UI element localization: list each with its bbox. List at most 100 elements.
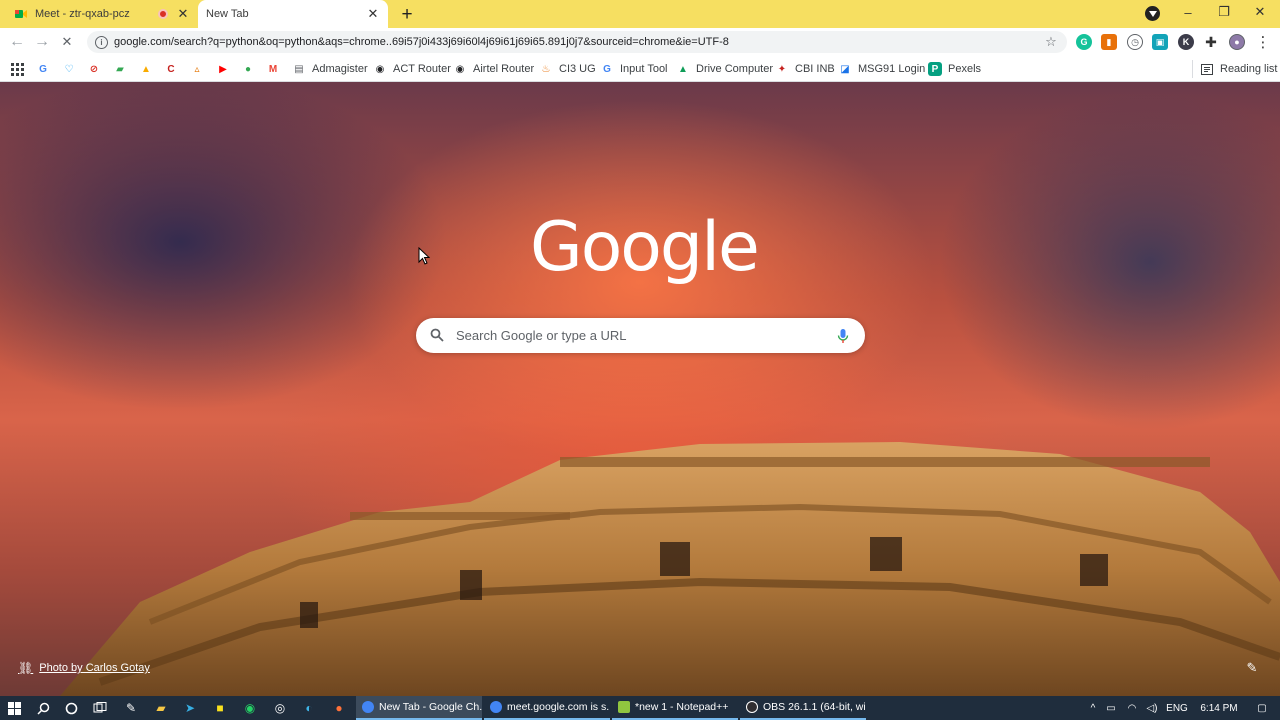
c-red-icon: C — [167, 63, 175, 75]
search-icon — [430, 328, 446, 344]
new-tab-button[interactable]: + — [398, 5, 416, 24]
new-tab-page: Google ⛓ Photo by Carlos Gotay ✎ — [0, 82, 1280, 696]
bookmark-drive-computer[interactable]: ▲ Drive Computer — [676, 60, 773, 78]
apps-button[interactable] — [9, 60, 25, 78]
bookmark-triangle[interactable]: ▵ — [189, 60, 205, 78]
extension-red-icon[interactable]: ▮ — [1101, 34, 1117, 50]
youtube-icon: ▶ — [219, 63, 227, 75]
bookmarks-bar: G ♡ ⊘ ▰ ▲ C ▵ ▶ ● M ▤ Admagister ◉ ACT Rou… — [0, 56, 1280, 82]
browser-toolbar: ← → ✕ i google.com/search?q=python&oq=py… — [0, 28, 1280, 56]
flame-icon: ♨ — [541, 63, 551, 75]
system-tray: ^ ▭ ◠ ◁) ENG 6:14 PM ▢ — [1086, 696, 1276, 720]
bookmark-msg91-login[interactable]: ◪ MSG91 Login — [838, 60, 925, 78]
google-g-icon: G — [39, 63, 47, 75]
battery-icon[interactable]: ▭ — [1100, 703, 1122, 714]
bookmark-heart[interactable]: ♡ — [61, 60, 77, 78]
telegram-icon[interactable]: ➤ — [181, 699, 199, 717]
back-button[interactable]: ← — [7, 32, 27, 52]
tab-meet[interactable]: Meet - ztr-qxab-pcz ✕ — [6, 0, 198, 28]
ntp-search-box[interactable] — [416, 318, 865, 353]
bookmark-gmail[interactable]: M — [265, 60, 281, 78]
pen-tool-icon[interactable]: ✎ — [122, 699, 140, 717]
bookmark-input-tool[interactable]: G Input Tool — [600, 60, 667, 78]
taskbar-app-chrome-meet[interactable]: meet.google.com is s... — [484, 696, 610, 720]
whatsapp-icon[interactable]: ◉ — [241, 699, 259, 717]
heart-blue-icon: ♡ — [64, 63, 74, 75]
wifi-icon[interactable]: ◠ — [1122, 703, 1142, 714]
close-icon[interactable]: ✕ — [366, 6, 380, 21]
bookmark-admagister[interactable]: ▤ Admagister — [292, 60, 367, 78]
tab-title: Meet - ztr-qxab-pcz — [35, 8, 130, 20]
avatar-icon[interactable]: ● — [1229, 34, 1245, 50]
language-indicator[interactable]: ENG — [1162, 703, 1192, 714]
search-icon[interactable] — [34, 699, 52, 717]
profile-dark-icon[interactable]: K — [1178, 34, 1194, 50]
site-info-icon[interactable]: i — [95, 35, 108, 49]
tab-new-tab[interactable]: New Tab ✕ — [198, 0, 388, 28]
chrome-icon — [490, 701, 502, 713]
msg91-icon: ◪ — [840, 63, 850, 75]
bookmark-star-icon[interactable]: ☆ — [1041, 34, 1061, 50]
obs-icon — [746, 701, 758, 713]
forward-button[interactable]: → — [32, 32, 52, 52]
extension-teal-icon[interactable]: ▣ — [1152, 34, 1168, 50]
chrome-icon[interactable]: ◎ — [271, 699, 289, 717]
close-icon[interactable]: ✕ — [176, 6, 190, 21]
title-bar: Meet - ztr-qxab-pcz ✕ New Tab ✕ + – ❐ ✕ — [0, 0, 1280, 28]
cortana-icon[interactable] — [62, 699, 80, 717]
chrome-icon — [362, 701, 374, 713]
restore-button[interactable]: ❐ — [1206, 0, 1242, 24]
chrome-menu-button[interactable]: ⋮ — [1256, 34, 1271, 50]
close-window-button[interactable]: ✕ — [1242, 0, 1278, 24]
stop-loading-button[interactable]: ✕ — [57, 32, 77, 52]
bookmark-pexels[interactable]: P Pexels — [928, 60, 981, 78]
bookmark-cbi-inb[interactable]: ✦ CBI INB — [775, 60, 835, 78]
address-bar[interactable]: i google.com/search?q=python&oq=python&a… — [87, 31, 1067, 53]
puzzle-icon[interactable]: ✚ — [1203, 34, 1219, 50]
taskbar-app-obs[interactable]: OBS 26.1.1 (64-bit, wi... — [740, 696, 866, 720]
microphone-icon[interactable] — [835, 328, 851, 344]
bookmark-youtube[interactable]: ▶ — [215, 60, 231, 78]
reading-list-icon — [1201, 63, 1213, 75]
maps-pin-icon: ● — [244, 63, 252, 75]
bookmark-green[interactable]: ▰ — [112, 60, 128, 78]
notification-icon[interactable]: ▢ — [1248, 703, 1276, 714]
taskbar-app-notepadpp[interactable]: *new 1 - Notepad++ — [612, 696, 738, 720]
chevron-up-icon[interactable]: ^ — [1086, 703, 1100, 714]
file-explorer-icon[interactable]: ▰ — [152, 699, 170, 717]
customize-button[interactable]: ✎ — [1244, 660, 1260, 676]
notepadpp-icon — [618, 701, 630, 713]
bookmark-google[interactable]: G — [35, 60, 51, 78]
firefox-icon[interactable]: ● — [330, 699, 348, 717]
edge-icon[interactable]: ◐ — [300, 699, 318, 717]
reading-list-button[interactable]: Reading list — [1192, 60, 1277, 78]
triangle-icon: ▵ — [194, 63, 200, 75]
bookmark-act-router[interactable]: ◉ ACT Router — [373, 60, 451, 78]
globe-icon: ◉ — [375, 63, 385, 75]
bookmark-block[interactable]: ⊘ — [86, 60, 102, 78]
bookmark-photo[interactable]: ▲ — [138, 60, 154, 78]
drive-icon: ▲ — [678, 63, 688, 75]
volume-icon[interactable]: ◁) — [1142, 703, 1162, 714]
tab-search-button[interactable] — [1145, 6, 1160, 21]
bookmark-maps[interactable]: ● — [240, 60, 256, 78]
bookmark-ci3-ug[interactable]: ♨ CI3 UG — [539, 60, 596, 78]
cbi-icon: ✦ — [777, 63, 787, 75]
bookmark-airtel-router[interactable]: ◉ Airtel Router — [453, 60, 535, 78]
photo-credit-link[interactable]: ⛓ Photo by Carlos Gotay — [18, 661, 150, 675]
taskbar-app-chrome-newtab[interactable]: New Tab - Google Ch... — [356, 696, 482, 720]
search-input[interactable] — [456, 328, 835, 343]
grammarly-icon[interactable]: G — [1076, 34, 1092, 50]
clock[interactable]: 6:14 PM — [1196, 703, 1242, 714]
tab-title: New Tab — [206, 8, 249, 20]
minimize-button[interactable]: – — [1170, 0, 1206, 24]
recording-icon — [158, 9, 168, 19]
google-logo: Google — [530, 208, 760, 287]
extension-clock-icon[interactable]: ◷ — [1127, 34, 1143, 50]
task-view-icon[interactable] — [91, 699, 109, 717]
address-text[interactable]: google.com/search?q=python&oq=python&aqs… — [114, 36, 1041, 48]
windows-start-icon[interactable] — [5, 699, 23, 717]
bookmark-c[interactable]: C — [163, 60, 179, 78]
pexels-icon: P — [928, 62, 942, 76]
sticky-notes-icon[interactable]: ■ — [211, 699, 229, 717]
